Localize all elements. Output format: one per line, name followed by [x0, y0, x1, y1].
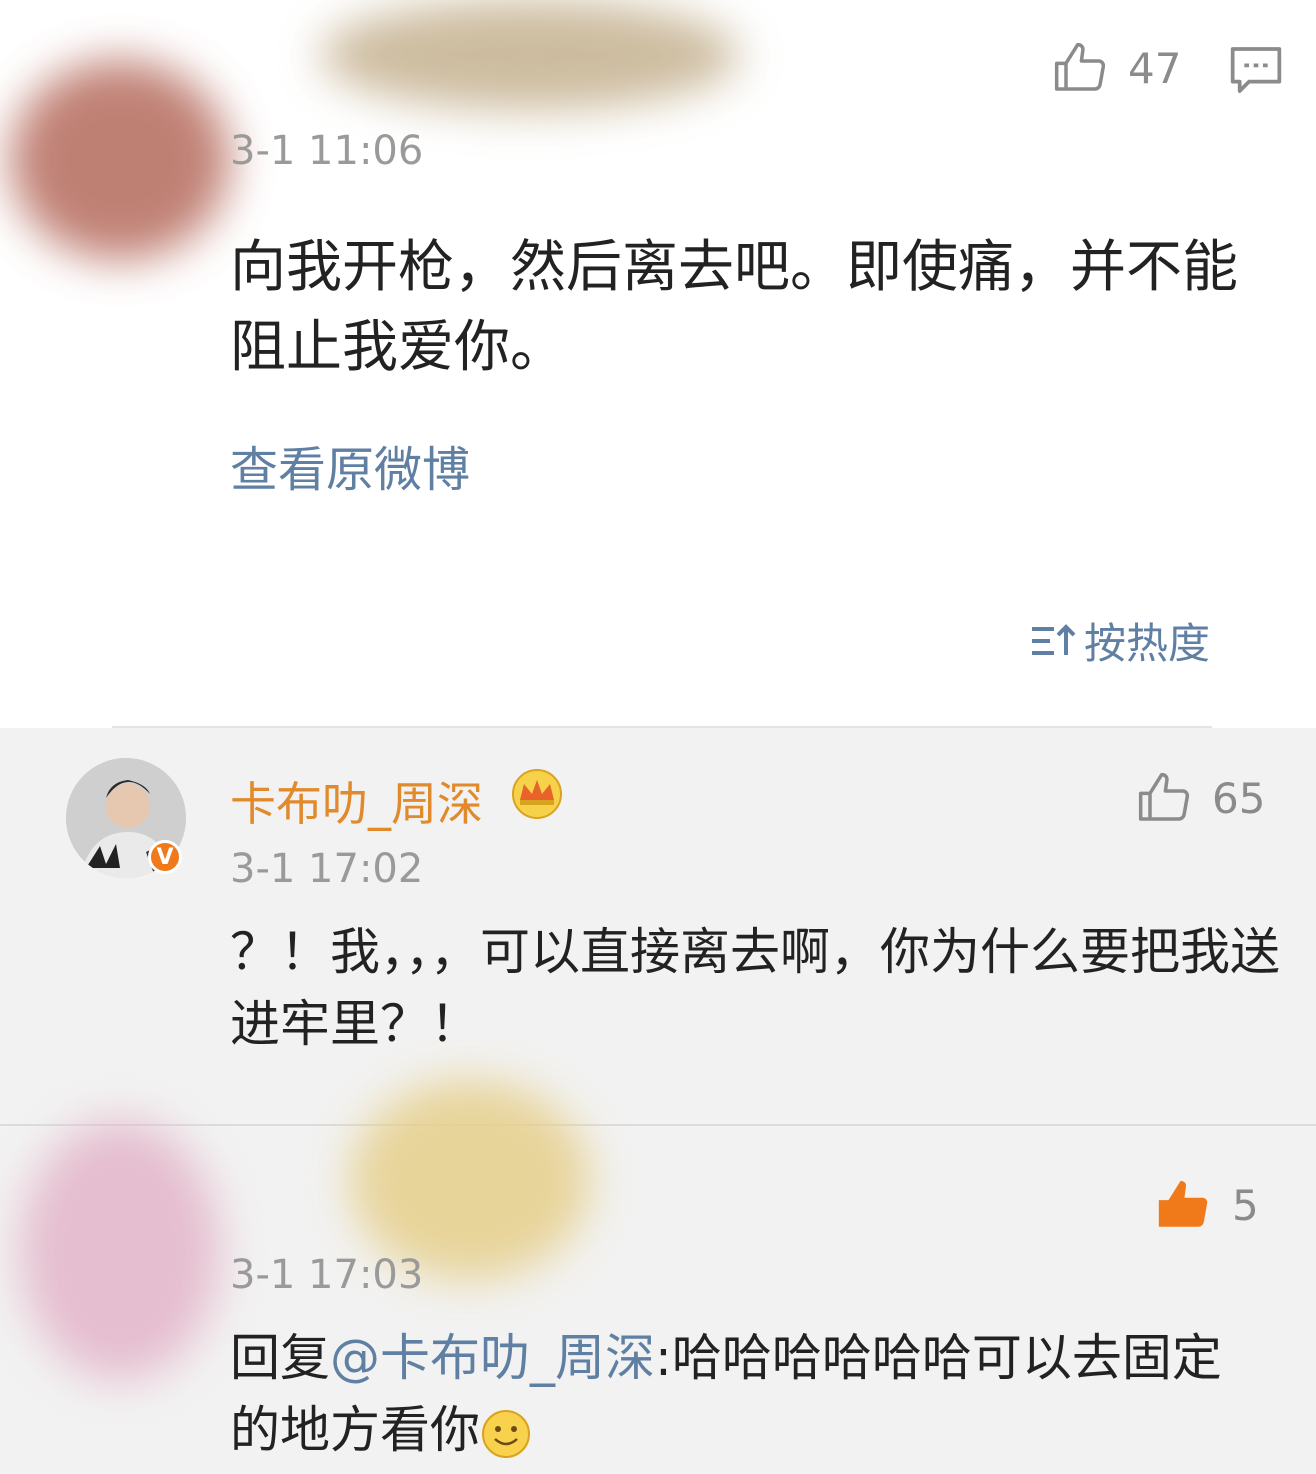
reply-text: 回复@卡布叻_周深:哈哈哈哈哈哈可以去固定的地方看你: [230, 1322, 1270, 1466]
like-count: 5: [1232, 1180, 1259, 1230]
reply-prefix: 回复: [230, 1329, 330, 1387]
crown-icon: [512, 769, 562, 819]
timestamp: 3-1 17:02: [230, 846, 424, 892]
divider: [0, 1124, 1316, 1126]
thumbs-up-icon: [1138, 772, 1190, 821]
thumbs-up-icon: [1158, 1180, 1208, 1227]
blurred-avatar: [10, 60, 230, 260]
reply-text: ？！我，，，可以直接离去啊，你为什么要把我送进牢里？！: [230, 923, 1280, 1053]
like-button[interactable]: 5: [1154, 1176, 1259, 1234]
mention-link[interactable]: @卡布叻_周深: [330, 1329, 655, 1387]
timestamp: 3-1 17:03: [230, 1252, 424, 1298]
sort-icon: [1032, 623, 1076, 655]
blurred-avatar: [20, 1120, 220, 1380]
sort-label: 按热度: [1084, 619, 1211, 668]
timestamp: 3-1 11:06: [230, 128, 424, 174]
like-button[interactable]: 65: [1136, 770, 1265, 826]
like-button[interactable]: 47: [1052, 40, 1181, 96]
smile-emoji-icon: [482, 1409, 530, 1458]
verified-icon: V: [148, 840, 182, 874]
blurred-username: [320, 0, 740, 110]
comment-icon[interactable]: [1228, 44, 1284, 96]
blurred-username: [350, 1080, 590, 1280]
view-original-link[interactable]: 查看原微博: [230, 430, 470, 500]
original-comment: 47 3-1 11:06 向我开枪，然后离去吧。即使痛，并不能阻止我爱你。 查看…: [0, 0, 1316, 720]
thumbs-up-icon: [1054, 42, 1106, 91]
sort-button[interactable]: 按热度: [1028, 610, 1210, 671]
comment-text: 向我开枪，然后离去吧。即使痛，并不能阻止我爱你。: [230, 235, 1238, 380]
username[interactable]: 卡布叻_周深: [230, 768, 483, 834]
like-count: 47: [1128, 43, 1182, 93]
like-count: 65: [1212, 773, 1266, 823]
